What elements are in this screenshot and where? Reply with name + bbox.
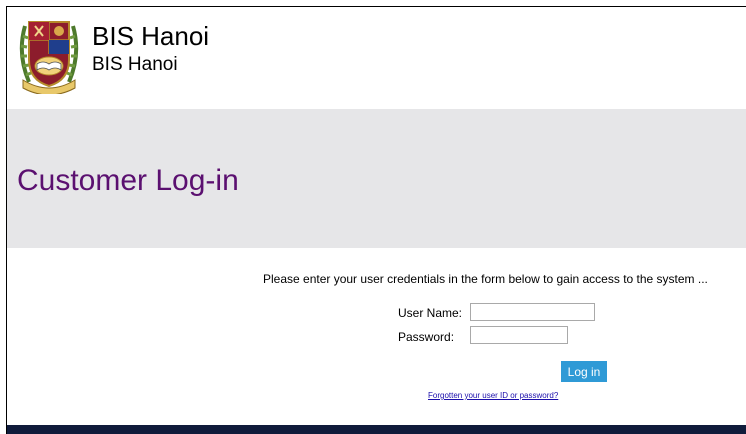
site-header: BIS Hanoi BIS Hanoi: [7, 7, 746, 109]
page-title: Customer Log-in: [17, 164, 239, 197]
login-button[interactable]: Log in: [561, 361, 607, 382]
username-label: User Name:: [398, 306, 463, 320]
password-input[interactable]: [470, 326, 568, 344]
login-instructions: Please enter your user credentials in th…: [263, 272, 708, 286]
password-label: Password:: [398, 330, 455, 344]
org-name: BIS Hanoi: [92, 21, 210, 51]
login-section: Please enter your user credentials in th…: [7, 248, 746, 425]
school-crest-icon: [19, 21, 79, 94]
forgot-credentials-link[interactable]: Forgotten your user ID or password?: [428, 391, 558, 400]
page-frame: BIS Hanoi BIS Hanoi Customer Log-in Plea…: [6, 6, 746, 434]
title-banner: Customer Log-in: [7, 109, 746, 248]
org-subtitle: BIS Hanoi: [92, 54, 178, 75]
footer-bar: [7, 425, 746, 434]
username-input[interactable]: [470, 303, 595, 321]
